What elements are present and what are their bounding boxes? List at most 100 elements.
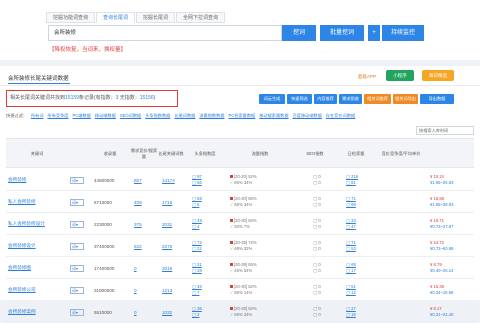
longtail-count[interactable]: 2275 (162, 235, 184, 257)
keyword-link[interactable]: 会所装修 (8, 177, 26, 183)
seo-index: ▢ 0 ▢ 0 (313, 174, 321, 185)
filter-option-10[interactable]: 移动搜索量数据 (259, 113, 288, 119)
keyword-link[interactable]: 会所装修公司 (8, 287, 36, 293)
row-dropdown-button[interactable]: 词▾ (70, 308, 84, 316)
keyword-cell[interactable]: 会所装修图 (8, 257, 66, 279)
keyword-cell[interactable]: 会所装修 (8, 169, 66, 191)
tool-button-6[interactable]: 导出数据 (420, 94, 454, 104)
keyword-cell[interactable]: 会所装修公司 (8, 279, 66, 301)
bid-count[interactable]: 522 (134, 235, 158, 257)
seo-index: ▢ 0 ▢ 0 (313, 284, 321, 295)
row-dropdown[interactable]: 词▾ (70, 191, 90, 213)
bid-count[interactable]: 657 (134, 169, 158, 191)
row-dropdown-button[interactable]: 词▾ (70, 176, 84, 184)
filter-option-9[interactable]: PC检索量数据 (228, 113, 255, 119)
sort-select[interactable]: 按搜索入库时间 (416, 126, 474, 135)
collected-count: 5510000 (94, 309, 112, 315)
column-header-8: 日检索量 (347, 151, 365, 156)
longtail-count[interactable]: 2019 (162, 257, 184, 279)
daily-search[interactable]: ▢ 216 ▢ 81 (346, 169, 376, 191)
filter-option-12[interactable]: 存在竞价词数据 (326, 113, 355, 119)
filter-option-11[interactable]: 百度移动端数据 (293, 113, 322, 119)
row-dropdown[interactable]: 词▾ (70, 213, 90, 235)
longtail-count[interactable]: 1715 (162, 191, 184, 213)
hint-text: 【降权恢复，当词来，换权量】 (49, 47, 127, 53)
search-input[interactable]: 会所装修 (48, 25, 282, 41)
tool-button-4[interactable]: 相关词推荐 (364, 94, 391, 104)
column-header-9: 竞价竞争度/平均单价 (381, 151, 421, 156)
daily-search[interactable]: ▢ 33 ▢ 47 (346, 213, 376, 235)
daily-search[interactable]: ▢ 27 ▢ 16 (346, 301, 376, 323)
keyword-cell[interactable]: 私人会所装修 (8, 191, 66, 213)
row-dropdown[interactable]: 词▾ (70, 169, 90, 191)
daily-search[interactable]: ▢ 71 ▢ 98 (346, 191, 376, 213)
daily-search[interactable]: ▢ 68 ▢ 17 (346, 257, 376, 279)
keyword-cell[interactable]: 会所装修案例 (8, 301, 66, 323)
keyword-cell[interactable]: 私人会所装修设计 (8, 213, 66, 235)
traffic-index: [30-39] 65% ♂ 46% 54% (230, 262, 257, 273)
mini-program-button[interactable]: 小程序 (386, 70, 414, 81)
longtail-count[interactable]: 14174 (162, 169, 184, 191)
filter-option-3[interactable]: PC端数据 (72, 113, 90, 119)
filter-option-4[interactable]: 移动端数据 (95, 113, 116, 119)
row-dropdown-button[interactable]: 词▾ (70, 220, 84, 228)
tab-longtail-mine[interactable]: 挖掘长尾词 (136, 12, 176, 23)
bid-count[interactable]: 0 (134, 279, 158, 301)
add-button[interactable]: + (368, 25, 380, 41)
filter-option-7[interactable]: 长尾词数据 (174, 113, 195, 119)
row-dropdown-button[interactable]: 词▾ (70, 198, 84, 206)
row-dropdown[interactable]: 词▾ (70, 279, 90, 301)
table-row: 会所装修案例 词▾ 5510000 0 1032 ▢ 36 ▢ 2 [20-39] 52% ♂ … (6, 301, 474, 323)
keyword-link[interactable]: 会所装修案例 (8, 309, 36, 315)
tool-button-3[interactable]: 需求图谱 (339, 94, 362, 104)
row-dropdown[interactable]: 词▾ (70, 235, 90, 257)
tab-longtail-query[interactable]: 查询长尾词 (96, 12, 136, 23)
tab-function-words[interactable]: 挖掘功能词查询 (46, 12, 96, 23)
mine-button[interactable]: 挖词 (282, 25, 316, 41)
bid-count[interactable]: 0 (134, 257, 158, 279)
filter-option-1[interactable]: 所有词 (31, 113, 44, 119)
daily-search[interactable]: ▢ 51 ▢ 12 (346, 279, 376, 301)
bid-count[interactable]: 409 (134, 191, 158, 213)
row-dropdown[interactable]: 词▾ (70, 301, 90, 323)
column-header-0: 关键词 (30, 151, 44, 156)
tab-dropdown-query[interactable]: 全网下拉词查询 (176, 12, 226, 23)
keyword-link[interactable]: 会所装修设计 (8, 243, 36, 249)
keyword-cell[interactable]: 会所装修设计 (8, 235, 66, 257)
daily-picks-button[interactable]: 每日精选 (422, 70, 454, 81)
toutiao-index: ▢ 36 ▢ 2 (192, 306, 202, 317)
seo-index: ▢ 0 ▢ 0 (313, 262, 321, 273)
batch-mine-button[interactable]: 批量挖词 (320, 25, 364, 41)
keyword-link[interactable]: 会所装修图 (8, 265, 31, 271)
row-dropdown-button[interactable]: 词▾ (70, 286, 84, 294)
collected-count: 44800000 (94, 177, 115, 183)
monitor-button[interactable]: 持续监控 (382, 25, 424, 41)
bid-price: ¥ 18.88 ¥1.65~36.93 (430, 196, 454, 207)
filter-option-8[interactable]: 流量指数数据 (199, 113, 224, 119)
tool-button-5[interactable]: 相关词导出 (393, 94, 418, 104)
row-dropdown-button[interactable]: 词▾ (70, 264, 84, 272)
tool-button-1[interactable]: 快速筛选 (287, 94, 312, 104)
bid-count[interactable]: 375 (134, 213, 158, 235)
app-link[interactable]: 超级APP (354, 71, 380, 82)
tool-button-0[interactable]: 词云生成 (259, 94, 285, 104)
daily-search[interactable]: ▢ 71 ▢ 53 (346, 235, 376, 257)
collected-count: 37400000 (94, 243, 115, 249)
stats-suffix: ) (153, 95, 156, 101)
tab-bar: 挖掘功能词查询 查询长尾词 挖掘长尾词 全网下拉词查询 (46, 12, 226, 23)
filter-option-6[interactable]: 头条指数数据 (145, 113, 170, 119)
row-dropdown[interactable]: 词▾ (70, 257, 90, 279)
tool-button-2[interactable]: 内容推荐 (314, 94, 337, 104)
bid-count[interactable]: 0 (134, 301, 158, 323)
filter-option-5[interactable]: SEO词数据 (120, 113, 141, 119)
keyword-link[interactable]: 私人会所装修设计 (8, 221, 45, 227)
longtail-count[interactable]: 1213 (162, 279, 184, 301)
column-header-2: 收录量 (103, 151, 117, 156)
stats-mid: 条记录(有指数： (78, 95, 116, 101)
row-dropdown-button[interactable]: 词▾ (70, 242, 84, 250)
filter-option-2[interactable]: 所有竞争度 (48, 113, 69, 119)
filter-label: 快捷过滤： (6, 113, 27, 118)
keyword-link[interactable]: 私人会所装修 (8, 199, 36, 205)
longtail-count[interactable]: 2031 (162, 213, 184, 235)
longtail-count[interactable]: 1032 (162, 301, 184, 323)
